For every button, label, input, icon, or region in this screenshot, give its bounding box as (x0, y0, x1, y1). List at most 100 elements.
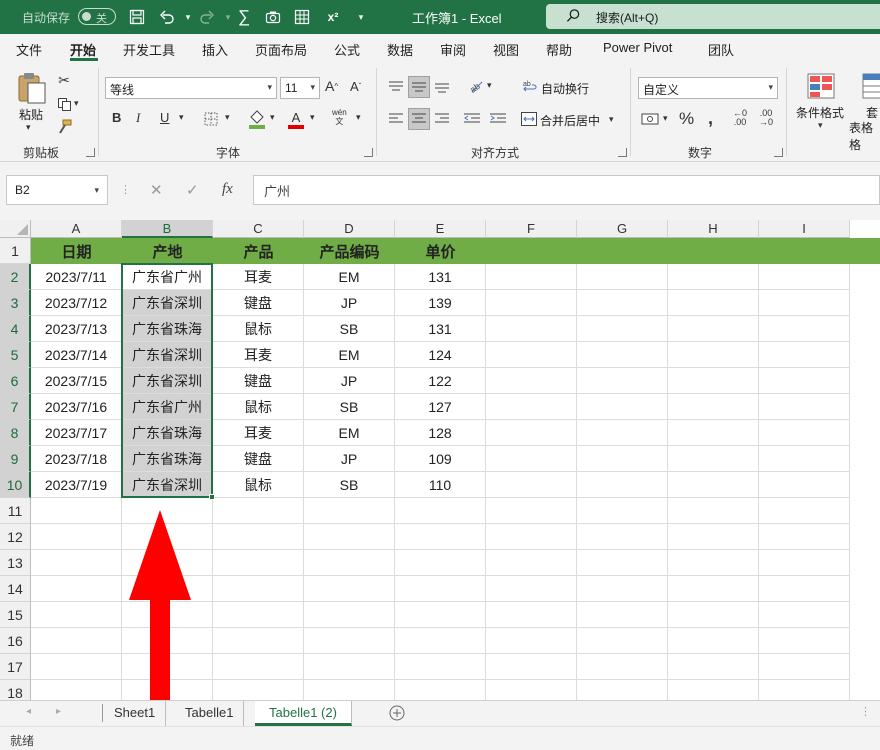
grid-cell[interactable] (31, 680, 122, 700)
grid-cell[interactable] (759, 576, 850, 602)
row-header-3[interactable]: 3 (0, 290, 31, 316)
merge-center-label[interactable]: 合并后居中 (540, 112, 600, 129)
grid-cell[interactable] (577, 654, 668, 680)
row-header-18[interactable]: 18 (0, 680, 31, 700)
grid-cell[interactable] (577, 576, 668, 602)
name-box[interactable]: B2 ▾ (6, 175, 108, 205)
table-cell[interactable]: 122 (395, 368, 486, 394)
column-header-a[interactable]: A (31, 220, 122, 238)
row-header-6[interactable]: 6 (0, 368, 31, 394)
table-cell[interactable]: 耳麦 (213, 264, 304, 290)
grid-cell[interactable] (668, 290, 759, 316)
table-cell[interactable]: 广东省深圳 (122, 368, 213, 394)
grid-cell[interactable] (668, 342, 759, 368)
table-cell[interactable]: 键盘 (213, 368, 304, 394)
grid-cell[interactable] (486, 524, 577, 550)
table-cell[interactable]: 广东省深圳 (122, 342, 213, 368)
grid-cell[interactable] (577, 628, 668, 654)
grid-cell[interactable] (668, 498, 759, 524)
row-header-1[interactable]: 1 (0, 238, 31, 264)
grid-cell[interactable] (486, 654, 577, 680)
column-header-g[interactable]: G (577, 220, 668, 238)
table-cell[interactable]: 广东省深圳 (122, 290, 213, 316)
row-header-9[interactable]: 9 (0, 446, 31, 472)
grid-cell[interactable] (577, 316, 668, 342)
grid-cell[interactable] (395, 550, 486, 576)
select-all-corner[interactable] (0, 220, 31, 238)
grid-cell[interactable] (31, 628, 122, 654)
menu-file[interactable]: 文件 (16, 40, 42, 59)
table-cell[interactable]: EM (304, 264, 395, 290)
grid-cell[interactable] (668, 576, 759, 602)
grid-cell[interactable] (213, 550, 304, 576)
grid-cell[interactable] (759, 628, 850, 654)
grid-cell[interactable] (759, 498, 850, 524)
table-cell[interactable]: 广东省珠海 (122, 316, 213, 342)
column-header-c[interactable]: C (213, 220, 304, 238)
table-cell[interactable]: SB (304, 472, 395, 498)
table-cell[interactable]: 耳麦 (213, 420, 304, 446)
grid-cell[interactable] (668, 446, 759, 472)
row-header-16[interactable]: 16 (0, 628, 31, 654)
table-cell[interactable]: 109 (395, 446, 486, 472)
table-icon[interactable] (291, 6, 313, 28)
row-header-15[interactable]: 15 (0, 602, 31, 628)
grid-cell[interactable] (668, 680, 759, 700)
bold-button[interactable]: B (112, 110, 121, 125)
grid-cell[interactable] (759, 368, 850, 394)
table-cell[interactable]: 广东省珠海 (122, 446, 213, 472)
formula-input[interactable]: 广州 (253, 175, 880, 205)
more-sheets-icon[interactable]: ⋮ (860, 705, 871, 718)
search-box[interactable]: 搜索(Alt+Q) (546, 4, 880, 29)
row-header-8[interactable]: 8 (0, 420, 31, 446)
grid-cell[interactable] (577, 368, 668, 394)
grid-cell[interactable] (395, 654, 486, 680)
grid-cell[interactable] (395, 680, 486, 700)
underline-button[interactable]: U (160, 110, 169, 125)
grid-cell[interactable] (486, 680, 577, 700)
grid-cell[interactable] (304, 654, 395, 680)
table-cell[interactable]: 耳麦 (213, 342, 304, 368)
grid-cell[interactable] (759, 342, 850, 368)
fill-color-dropdown-icon[interactable]: ▾ (270, 112, 275, 123)
grid-cell[interactable] (395, 602, 486, 628)
grid-cell[interactable] (304, 628, 395, 654)
grid-cell[interactable] (577, 550, 668, 576)
align-center-icon[interactable] (408, 108, 430, 130)
table-cell[interactable]: SB (304, 394, 395, 420)
table-header-cell[interactable]: 单价 (395, 238, 486, 264)
grid-cell[interactable] (668, 654, 759, 680)
table-header-cell[interactable]: 产品编码 (304, 238, 395, 264)
table-cell[interactable]: 124 (395, 342, 486, 368)
table-cell[interactable]: 2023/7/14 (31, 342, 122, 368)
table-cell[interactable]: 鼠标 (213, 394, 304, 420)
grid-cell[interactable] (759, 290, 850, 316)
font-name-combo[interactable]: 等线 ▾ (105, 77, 277, 99)
menu-developer[interactable]: 开发工具 (123, 40, 175, 59)
grid-cell[interactable] (486, 420, 577, 446)
table-cell[interactable]: 2023/7/18 (31, 446, 122, 472)
menu-team[interactable]: 团队 (708, 40, 734, 59)
grid-cell[interactable] (759, 316, 850, 342)
grid-cell[interactable] (486, 446, 577, 472)
decrease-indent-icon[interactable] (462, 109, 482, 129)
font-color-icon[interactable]: A (286, 108, 306, 130)
font-launcher-icon[interactable] (364, 148, 373, 157)
grid-cell[interactable] (577, 524, 668, 550)
row-header-17[interactable]: 17 (0, 654, 31, 680)
table-cell[interactable]: 2023/7/13 (31, 316, 122, 342)
column-header-e[interactable]: E (395, 220, 486, 238)
column-header-f[interactable]: F (486, 220, 577, 238)
grid-cell[interactable] (577, 472, 668, 498)
grid-cell[interactable] (759, 472, 850, 498)
align-middle-icon[interactable] (408, 76, 430, 98)
align-top-icon[interactable] (386, 77, 406, 97)
grid-cell[interactable] (577, 446, 668, 472)
grid-cell[interactable] (304, 524, 395, 550)
row-header-5[interactable]: 5 (0, 342, 31, 368)
grid-cell[interactable] (213, 524, 304, 550)
font-size-combo[interactable]: 11 ▾ (280, 77, 320, 99)
table-cell[interactable]: 131 (395, 264, 486, 290)
grid-cell[interactable] (668, 420, 759, 446)
prev-sheet-icon[interactable]: ◂ (26, 706, 31, 717)
